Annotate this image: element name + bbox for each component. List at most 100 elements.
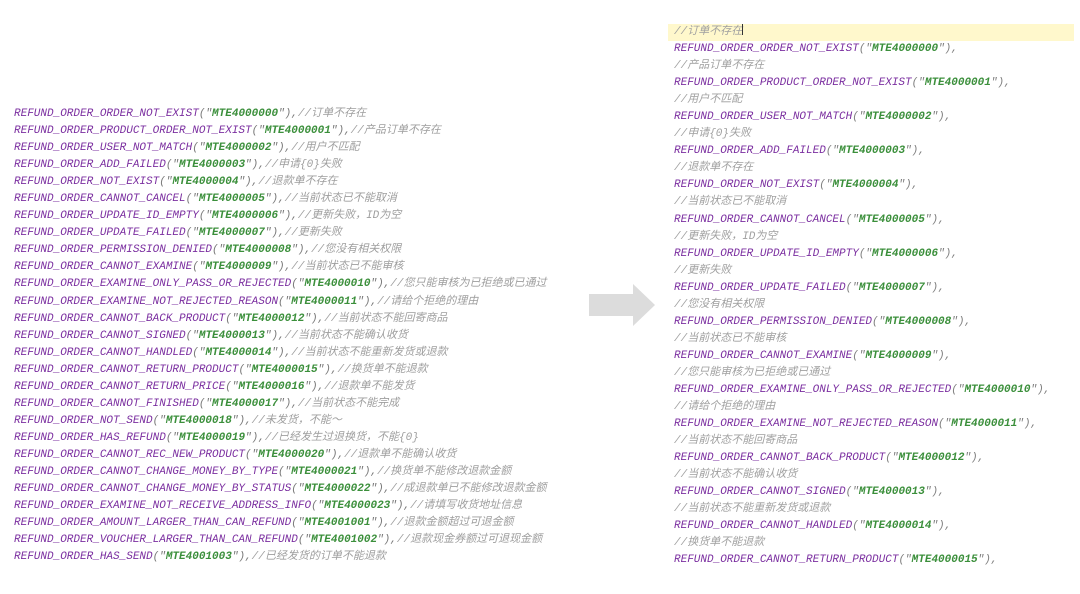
comment-line[interactable]: //更新失败	[668, 263, 1074, 280]
code-line[interactable]: REFUND_ORDER_NOT_SEND("MTE4000018"),//未发…	[6, 413, 572, 430]
enum-line[interactable]: REFUND_ORDER_EXAMINE_NOT_REJECTED_REASON…	[668, 416, 1074, 433]
paren-open: ("	[951, 384, 964, 396]
code-line[interactable]: REFUND_ORDER_HAS_SEND("MTE4001003"),//已经…	[6, 549, 572, 566]
code-line[interactable]: REFUND_ORDER_CANNOT_FINISHED("MTE4000017…	[6, 396, 572, 413]
code-line[interactable]: REFUND_ORDER_HAS_REFUND("MTE4000019"),//…	[6, 430, 572, 447]
paren-open: ("	[159, 174, 172, 191]
tail: ,	[258, 157, 265, 174]
paren-open: ("	[826, 145, 839, 157]
enum-name: REFUND_ORDER_CANNOT_CANCEL	[14, 191, 186, 208]
enum-code: MTE4000012	[238, 311, 304, 328]
code-line[interactable]: REFUND_ORDER_AMOUNT_LARGER_THAN_CAN_REFU…	[6, 515, 572, 532]
inline-comment: //当前状态不能确认收货	[285, 328, 408, 345]
enum-line[interactable]: REFUND_ORDER_CANNOT_HANDLED("MTE4000014"…	[668, 518, 1074, 535]
comment-line[interactable]: //换货单不能退款	[668, 535, 1074, 552]
enum-line[interactable]: REFUND_ORDER_CANNOT_RETURN_PRODUCT("MTE4…	[668, 552, 1074, 569]
enum-line[interactable]: REFUND_ORDER_UPDATE_FAILED("MTE4000007")…	[668, 280, 1074, 297]
code-line[interactable]: REFUND_ORDER_CANNOT_BACK_PRODUCT("MTE400…	[6, 311, 572, 328]
enum-line[interactable]: REFUND_ORDER_PRODUCT_ORDER_NOT_EXIST("MT…	[668, 75, 1074, 92]
enum-code: MTE4000010	[304, 276, 370, 293]
code-line[interactable]: REFUND_ORDER_CANNOT_RETURN_PRICE("MTE400…	[6, 379, 572, 396]
code-line[interactable]: REFUND_ORDER_USER_NOT_MATCH("MTE4000002"…	[6, 140, 572, 157]
paren-open: ("	[311, 498, 324, 515]
enum-code: MTE4000021	[291, 464, 357, 481]
code-line[interactable]: REFUND_ORDER_NOT_EXIST("MTE4000004"),//退…	[6, 174, 572, 191]
paren-close: ")	[324, 447, 337, 464]
comment-line[interactable]: //更新失败，ID为空	[668, 229, 1074, 246]
code-line[interactable]: REFUND_ORDER_PERMISSION_DENIED("MTE40000…	[6, 242, 572, 259]
paren-open: ("	[199, 396, 212, 413]
comment-line[interactable]: //用户不匹配	[668, 92, 1074, 109]
code-line[interactable]: REFUND_ORDER_VOUCHER_LARGER_THAN_CAN_REF…	[6, 532, 572, 549]
enum-name: REFUND_ORDER_NOT_EXIST	[14, 174, 159, 191]
comment-line[interactable]: //产品订单不存在	[668, 58, 1074, 75]
enum-line[interactable]: REFUND_ORDER_CANNOT_BACK_PRODUCT("MTE400…	[668, 450, 1074, 467]
comment-line[interactable]: //退款单不存在	[668, 160, 1074, 177]
code-line[interactable]: REFUND_ORDER_CANNOT_CHANGE_MONEY_BY_TYPE…	[6, 464, 572, 481]
code-line[interactable]: REFUND_ORDER_CANNOT_REC_NEW_PRODUCT("MTE…	[6, 447, 572, 464]
tail: ,	[304, 242, 311, 259]
enum-name: REFUND_ORDER_CANNOT_RETURN_PRICE	[14, 379, 225, 396]
enum-line[interactable]: REFUND_ORDER_CANNOT_CANCEL("MTE4000005")…	[668, 212, 1074, 229]
comment-line[interactable]: //当前状态已不能审核	[668, 331, 1074, 348]
comment-line[interactable]: //当前状态不能重新发货或退款	[668, 501, 1074, 518]
enum-code: MTE4000017	[212, 396, 278, 413]
inline-comment: //当前状态已不能取消	[285, 191, 397, 208]
enum-line[interactable]: REFUND_ORDER_NOT_EXIST("MTE4000004"),	[668, 177, 1074, 194]
code-line[interactable]: REFUND_ORDER_CANNOT_CHANGE_MONEY_BY_STAT…	[6, 481, 572, 498]
enum-line[interactable]: REFUND_ORDER_CANNOT_EXAMINE("MTE4000009"…	[668, 348, 1074, 365]
code-line[interactable]: REFUND_ORDER_CANNOT_CANCEL("MTE4000005")…	[6, 191, 572, 208]
comment-line[interactable]: //当前状态已不能取消	[668, 194, 1074, 211]
tail: ,	[331, 362, 338, 379]
code-line[interactable]: REFUND_ORDER_CANNOT_EXAMINE("MTE4000009"…	[6, 259, 572, 276]
enum-name: REFUND_ORDER_CANNOT_CANCEL	[674, 214, 846, 226]
enum-line[interactable]: REFUND_ORDER_PERMISSION_DENIED("MTE40000…	[668, 314, 1074, 331]
comment-line[interactable]: //订单不存在	[668, 24, 1074, 41]
comment-line[interactable]: //当前状态不能回寄商品	[668, 433, 1074, 450]
tail: ,	[945, 350, 952, 362]
code-line[interactable]: REFUND_ORDER_UPDATE_ID_EMPTY("MTE4000006…	[6, 208, 572, 225]
paren-open: ("	[245, 447, 258, 464]
paren-open: ("	[238, 362, 251, 379]
inline-comment: //您只能审核为已拒绝或已通过	[390, 276, 546, 293]
code-line[interactable]: REFUND_ORDER_EXAMINE_ONLY_PASS_OR_REJECT…	[6, 276, 572, 293]
code-line[interactable]: REFUND_ORDER_PRODUCT_ORDER_NOT_EXIST("MT…	[6, 123, 572, 140]
right-code-pane[interactable]: //订单不存在REFUND_ORDER_ORDER_NOT_EXIST("MTE…	[646, 20, 1074, 590]
comment-line[interactable]: //申请{0}失败	[668, 126, 1074, 143]
enum-line[interactable]: REFUND_ORDER_UPDATE_ID_EMPTY("MTE4000006…	[668, 246, 1074, 263]
comment-line[interactable]: //当前状态不能确认收货	[668, 467, 1074, 484]
enum-line[interactable]: REFUND_ORDER_USER_NOT_MATCH("MTE4000002"…	[668, 109, 1074, 126]
code-line[interactable]: REFUND_ORDER_ADD_FAILED("MTE4000003"),//…	[6, 157, 572, 174]
paren-open: ("	[885, 452, 898, 464]
enum-name: REFUND_ORDER_ADD_FAILED	[674, 145, 826, 157]
code-line[interactable]: REFUND_ORDER_ORDER_NOT_EXIST("MTE4000000…	[6, 106, 572, 123]
enum-name: REFUND_ORDER_NOT_EXIST	[674, 179, 819, 191]
enum-line[interactable]: REFUND_ORDER_ADD_FAILED("MTE4000003"),	[668, 143, 1074, 160]
enum-line[interactable]: REFUND_ORDER_ORDER_NOT_EXIST("MTE4000000…	[668, 41, 1074, 58]
enum-name: REFUND_ORDER_HAS_REFUND	[14, 430, 166, 447]
code-line[interactable]: REFUND_ORDER_EXAMINE_NOT_REJECTED_REASON…	[6, 294, 572, 311]
enum-line[interactable]: REFUND_ORDER_EXAMINE_ONLY_PASS_OR_REJECT…	[668, 382, 1074, 399]
comment-text: //用户不匹配	[674, 94, 742, 106]
enum-name: REFUND_ORDER_VOUCHER_LARGER_THAN_CAN_REF…	[14, 532, 298, 549]
code-line[interactable]: REFUND_ORDER_CANNOT_SIGNED("MTE4000013")…	[6, 328, 572, 345]
paren-close: ")	[304, 311, 317, 328]
enum-code: MTE4000015	[252, 362, 318, 379]
code-line[interactable]: REFUND_ORDER_UPDATE_FAILED("MTE4000007")…	[6, 225, 572, 242]
inline-comment: //退款金额超过可退金额	[390, 515, 513, 532]
enum-code: MTE4000002	[865, 111, 931, 123]
enum-name: REFUND_ORDER_CANNOT_EXAMINE	[674, 350, 852, 362]
tail: ,	[945, 520, 952, 532]
enum-code: MTE4000008	[885, 316, 951, 328]
comment-line[interactable]: //请给个拒绝的理由	[668, 399, 1074, 416]
comment-line[interactable]: //您没有相关权限	[668, 297, 1074, 314]
tail: ,	[390, 532, 397, 549]
enum-name: REFUND_ORDER_AMOUNT_LARGER_THAN_CAN_REFU…	[14, 515, 291, 532]
left-code-pane[interactable]: REFUND_ORDER_ORDER_NOT_EXIST("MTE4000000…	[6, 20, 576, 590]
code-line[interactable]: REFUND_ORDER_CANNOT_RETURN_PRODUCT("MTE4…	[6, 362, 572, 379]
code-line[interactable]: REFUND_ORDER_CANNOT_HANDLED("MTE4000014"…	[6, 345, 572, 362]
code-line[interactable]: REFUND_ORDER_EXAMINE_NOT_RECEIVE_ADDRESS…	[6, 498, 572, 515]
enum-code: MTE4000005	[859, 214, 925, 226]
enum-line[interactable]: REFUND_ORDER_CANNOT_SIGNED("MTE4000013")…	[668, 484, 1074, 501]
comment-line[interactable]: //您只能审核为已拒绝或已通过	[668, 365, 1074, 382]
